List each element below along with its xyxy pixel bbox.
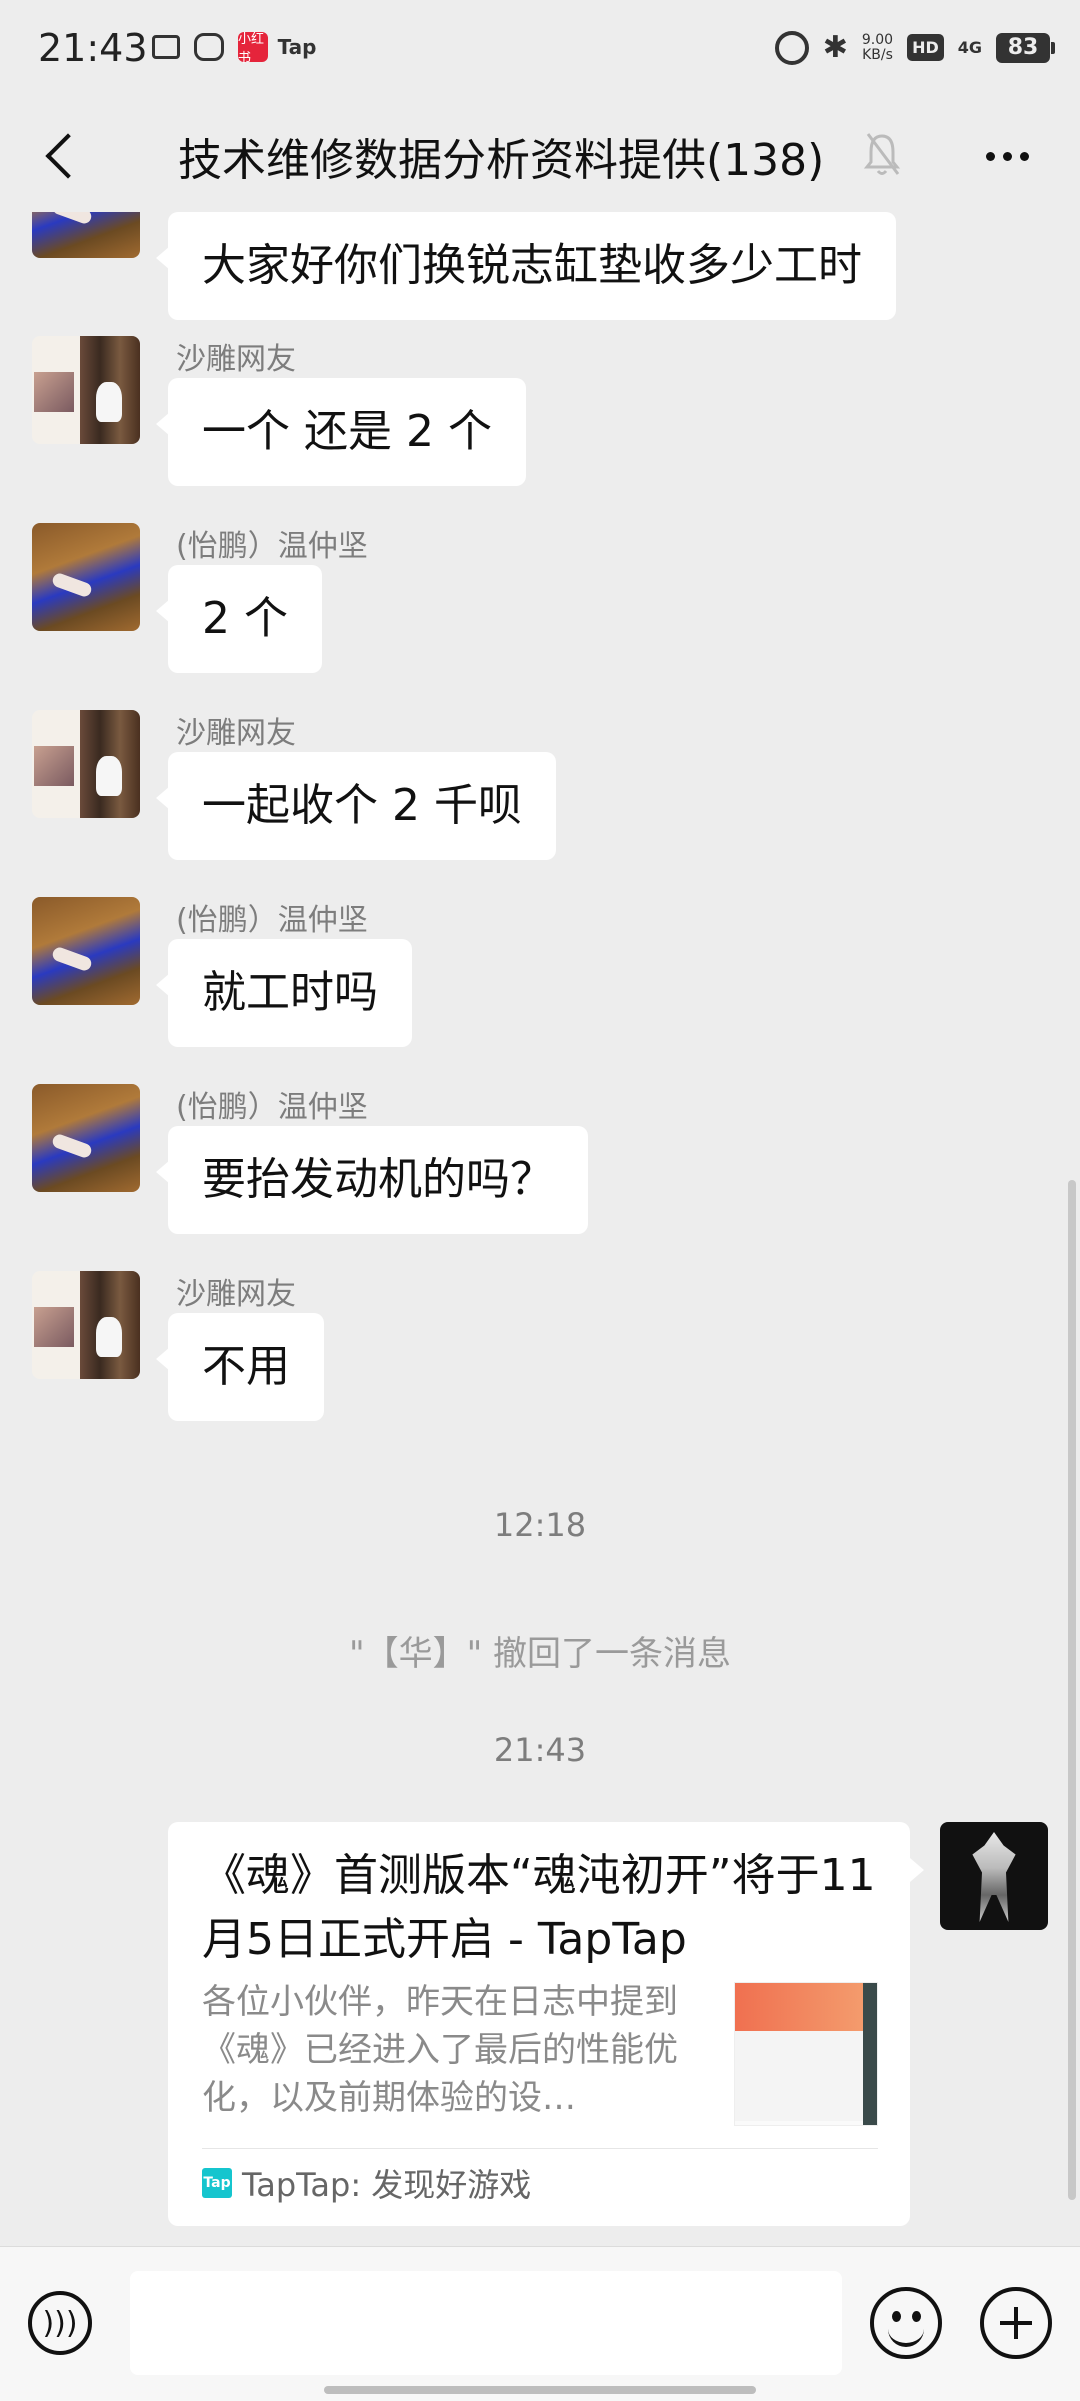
message-bubble[interactable]: 2 个 xyxy=(156,565,322,673)
message-bubble[interactable]: 就工时吗 xyxy=(156,939,412,1047)
back-button[interactable] xyxy=(30,124,94,188)
sender-name: (怡鹏）温仲坚 xyxy=(176,529,368,564)
message-input[interactable] xyxy=(130,2271,842,2375)
avatar[interactable] xyxy=(32,1084,140,1192)
mute-bell-icon xyxy=(863,133,901,175)
back-arrow-icon xyxy=(45,133,91,179)
scrollbar[interactable] xyxy=(1068,1180,1076,2200)
sender-name: (怡鹏）温仲坚 xyxy=(176,1090,368,1125)
more-actions-plus-button[interactable] xyxy=(980,2287,1052,2359)
link-card[interactable]: 《魂》首测版本“魂沌初开”将于11月5日正式开启 - TapTap 各位小伙伴，… xyxy=(168,1822,924,2226)
avatar-figure xyxy=(96,382,122,422)
thumbnail-side xyxy=(863,1983,877,2125)
more-options-button[interactable] xyxy=(975,136,1039,176)
message-bubble[interactable]: 不用 xyxy=(156,1313,324,1421)
timestamp: 12:18 xyxy=(493,1506,587,1544)
input-bar: ))) xyxy=(0,2246,1080,2401)
voice-input-button[interactable]: ))) xyxy=(28,2291,92,2355)
avatar[interactable] xyxy=(32,1271,140,1379)
home-indicator[interactable] xyxy=(324,2386,756,2394)
system-status-icons: ✱ 9.00 KB/s HD 4G 83 xyxy=(774,30,1055,65)
chat-message-list[interactable]: 大家好你们换锐志缸垫收多少工时 沙雕网友 一个 还是 2 个 (怡鹏）温仲坚 2… xyxy=(0,212,1080,2246)
thumbnail-header xyxy=(735,1983,877,2031)
bluetooth-icon: ✱ xyxy=(822,30,848,65)
dot xyxy=(1019,151,1029,161)
avatar-photo xyxy=(34,1307,74,1347)
alarm-icon xyxy=(774,30,809,65)
network-speed-unit: KB/s xyxy=(862,46,893,63)
avatar[interactable] xyxy=(32,212,140,258)
chat-title: 技术维修数据分析资料提供(138) xyxy=(178,135,825,186)
link-card-source: Tap TapTap: 发现好游戏 xyxy=(202,2160,531,2206)
recall-notice: "【华】" 撤回了一条消息 xyxy=(348,1634,732,1674)
network-speed-value: 9.00 xyxy=(861,31,894,48)
network-speed: 9.00 KB/s xyxy=(861,31,894,63)
message-bubble[interactable]: 一起收个 2 千呗 xyxy=(156,752,556,860)
taptap-logo-icon: Tap xyxy=(202,2168,232,2198)
avatar-photo xyxy=(34,746,74,786)
chat-header: 技术维修数据分析资料提供(138) xyxy=(0,100,1080,212)
avatar[interactable] xyxy=(32,336,140,444)
link-card-source-text: TapTap: 发现好游戏 xyxy=(242,2166,532,2204)
status-time: 21:43 xyxy=(38,26,148,70)
sender-name: (怡鹏）温仲坚 xyxy=(176,903,368,938)
sender-name: 沙雕网友 xyxy=(176,342,296,377)
timestamp: 21:43 xyxy=(493,1731,587,1769)
avatar[interactable] xyxy=(32,710,140,818)
sender-name: 沙雕网友 xyxy=(176,1277,296,1312)
game-app-icon xyxy=(194,33,224,61)
hd-icon: HD xyxy=(907,34,944,61)
avatar[interactable] xyxy=(32,897,140,1005)
emoji-mouth xyxy=(888,2325,924,2347)
avatar[interactable] xyxy=(32,523,140,631)
dot xyxy=(985,151,995,161)
link-card-thumbnail xyxy=(734,1982,878,2126)
voice-icon: ))) xyxy=(42,2305,78,2341)
emoji-eye xyxy=(892,2311,901,2322)
taptap-app-icon: Tap xyxy=(277,35,317,59)
avatar-photo xyxy=(34,372,74,412)
thumbnail-body xyxy=(735,2031,877,2121)
message-bubble[interactable]: 要抬发动机的吗？ xyxy=(156,1126,588,1234)
sender-name: 沙雕网友 xyxy=(176,716,296,751)
link-card-title: 《魂》首测版本“魂沌初开”将于11月5日正式开启 - TapTap xyxy=(202,1850,876,1965)
tv-app-icon xyxy=(152,35,180,59)
avatar-robot xyxy=(972,1832,1016,1922)
notification-icons: 小红书 Tap xyxy=(152,32,317,66)
xiaohongshu-app-icon: 小红书 xyxy=(238,32,268,66)
dot xyxy=(1002,151,1012,161)
signal-icon: 4G xyxy=(957,38,982,57)
avatar-self[interactable] xyxy=(940,1822,1048,1930)
message-bubble[interactable]: 一个 还是 2 个 xyxy=(156,378,526,486)
avatar-figure xyxy=(96,756,122,796)
status-bar: 21:43 小红书 Tap ✱ 9.00 KB/s HD 4G 83 xyxy=(0,0,1080,100)
emoji-button[interactable] xyxy=(870,2287,942,2359)
avatar-figure xyxy=(96,1317,122,1357)
battery-icon: 83 xyxy=(996,32,1055,63)
link-card-description: 各位小伙伴，昨天在日志中提到《魂》已经进入了最后的性能优化，以及前期体验的设… xyxy=(202,1982,678,2118)
emoji-eye xyxy=(912,2311,921,2322)
divider xyxy=(202,2148,878,2149)
message-bubble[interactable]: 大家好你们换锐志缸垫收多少工时 xyxy=(156,212,896,320)
